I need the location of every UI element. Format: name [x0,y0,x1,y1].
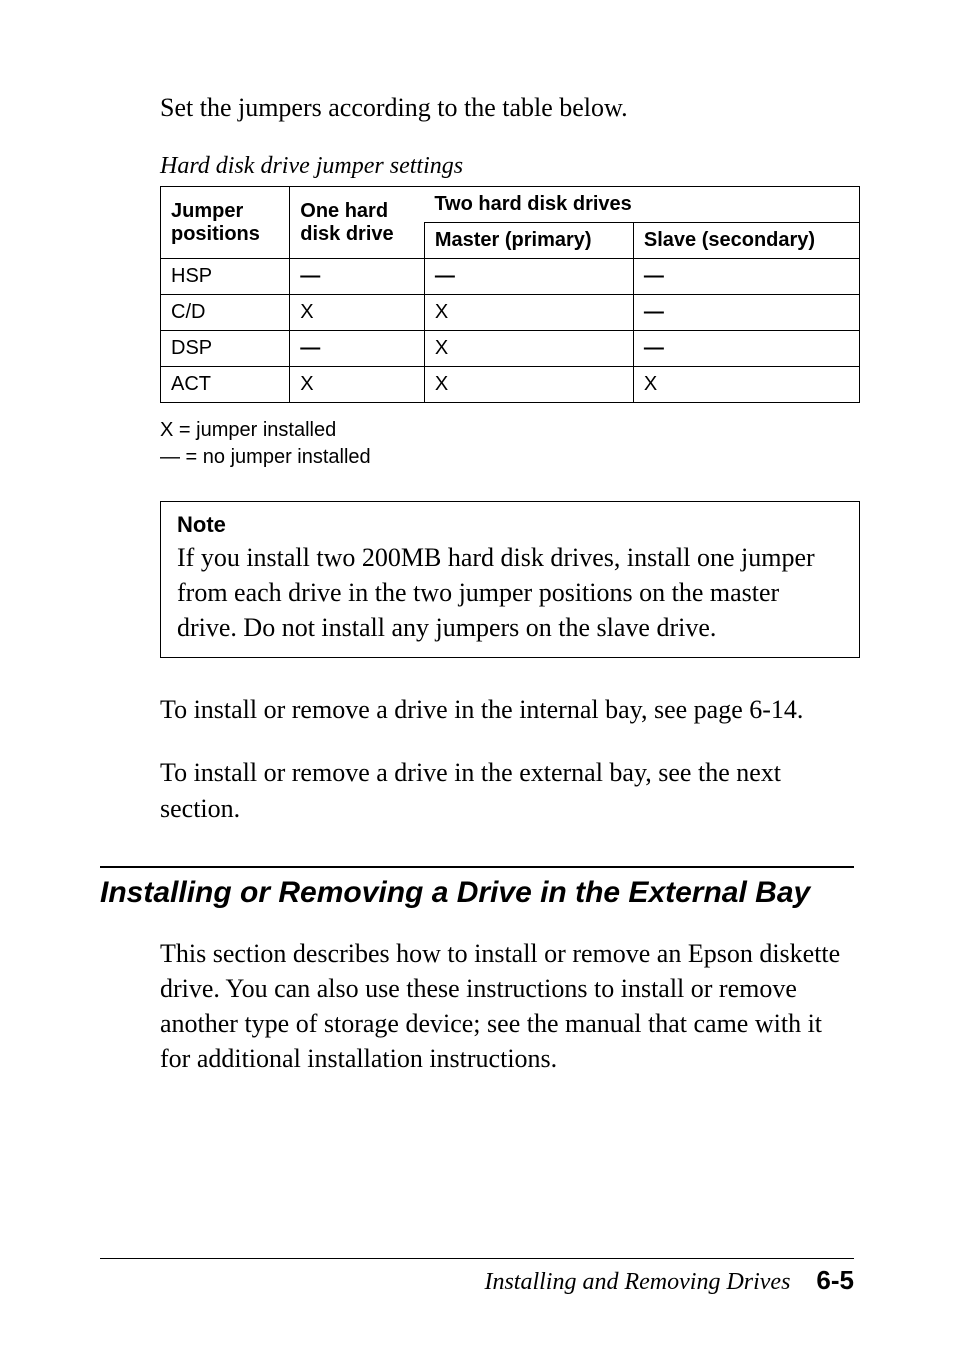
col2-line1: One hard [300,200,388,222]
table-legend: X = jumper installed — = no jumper insta… [160,417,854,471]
cell-pos: ACT [161,367,290,403]
cell-slave: — [633,295,859,331]
intro-paragraph: Set the jumpers according to the table b… [160,90,854,125]
cell-one: X [290,295,425,331]
paragraph-external-bay: To install or remove a drive in the exte… [160,755,854,825]
jumper-table: Jumper positions One hard disk drive Two… [160,186,860,403]
col-slave-header: Slave (secondary) [633,223,859,259]
cell-one: — [290,331,425,367]
note-body: If you install two 200MB hard disk drive… [177,540,843,645]
section-body: This section describes how to install or… [160,936,854,1076]
table-row: C/D X X — [161,295,860,331]
paragraph-internal-bay: To install or remove a drive in the inte… [160,692,854,727]
cell-master: X [424,295,633,331]
col-master-header: Master (primary) [424,223,633,259]
col1-line1: Jumper [171,200,243,222]
note-box: Note If you install two 200MB hard disk … [160,501,860,658]
cell-master: X [424,331,633,367]
cell-one: — [290,259,425,295]
cell-slave: X [633,367,859,403]
page-footer: Installing and Removing Drives 6-5 [100,1258,854,1296]
legend-line-2: — = no jumper installed [160,446,371,468]
col-one-hdd-header: One hard disk drive [290,187,425,259]
section-heading: Installing or Removing a Drive in the Ex… [100,876,854,910]
footer-title: Installing and Removing Drives [484,1269,790,1295]
footer-rule [100,1258,854,1259]
table-header-row-1: Jumper positions One hard disk drive Two… [161,187,860,223]
cell-master: X [424,367,633,403]
table-row: ACT X X X [161,367,860,403]
cell-slave: — [633,331,859,367]
col2-line2: disk drive [300,223,393,245]
footer-page-number: 6-5 [816,1265,854,1295]
cell-master: — [424,259,633,295]
legend-line-1: X = jumper installed [160,419,336,441]
cell-slave: — [633,259,859,295]
section-rule [100,866,854,868]
cell-pos: HSP [161,259,290,295]
cell-pos: C/D [161,295,290,331]
table-caption: Hard disk drive jumper settings [160,153,854,180]
col-two-hdd-header: Two hard disk drives [424,187,859,223]
table-row: DSP — X — [161,331,860,367]
col-jumper-positions-header: Jumper positions [161,187,290,259]
cell-one: X [290,367,425,403]
note-title: Note [177,512,843,538]
cell-pos: DSP [161,331,290,367]
col1-line2: positions [171,223,260,245]
table-row: HSP — — — [161,259,860,295]
